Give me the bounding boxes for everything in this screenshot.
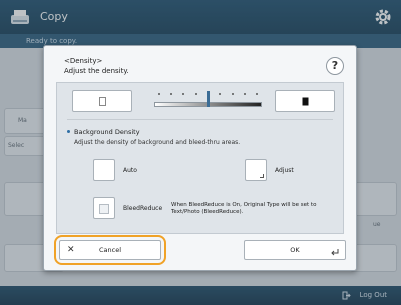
dark-density-icon <box>302 97 309 106</box>
bleedreduce-label: BleedReduce <box>123 205 163 212</box>
cancel-button[interactable]: ✕ Cancel <box>59 240 161 260</box>
bleedreduce-toggle[interactable] <box>93 197 115 219</box>
ok-button[interactable]: OK <box>244 240 346 260</box>
dialog-title: <Density> Adjust the density. <box>64 56 129 76</box>
auto-label: Auto <box>123 167 137 174</box>
ok-label: OK <box>290 246 300 254</box>
background-density-title: Background Density <box>74 128 140 136</box>
cancel-label: Cancel <box>98 246 122 254</box>
auto-button[interactable] <box>93 159 115 181</box>
slider-tick <box>256 93 258 95</box>
light-density-icon <box>99 97 106 106</box>
slider-tick <box>182 93 184 95</box>
slider-handle[interactable] <box>206 91 210 107</box>
background-density-description: Adjust the density of background and ble… <box>74 139 241 146</box>
slider-tick <box>232 93 234 95</box>
help-button[interactable]: ? <box>326 57 344 75</box>
slider-tick <box>195 93 197 95</box>
dialog-title-heading: <Density> <box>64 57 103 65</box>
section-bullet <box>67 130 70 133</box>
expand-corner-icon <box>260 174 264 178</box>
enter-icon <box>331 249 339 256</box>
slider-tick <box>170 93 172 95</box>
density-slider[interactable] <box>154 90 262 112</box>
divider <box>67 119 333 120</box>
checkbox-icon <box>99 204 109 214</box>
lighter-button[interactable] <box>72 90 132 112</box>
slider-tick <box>158 93 160 95</box>
density-dialog: <Density> Adjust the density. ? Backgrou… <box>43 45 357 271</box>
dialog-body: Background Density Adjust the density of… <box>56 82 344 234</box>
darker-button[interactable] <box>275 90 335 112</box>
bleedreduce-note: When BleedReduce is On, Original Type wi… <box>171 202 317 215</box>
adjust-button[interactable] <box>245 159 267 181</box>
slider-tick <box>244 93 246 95</box>
slider-tick <box>219 93 221 95</box>
adjust-label: Adjust <box>275 167 294 174</box>
dialog-title-subheading: Adjust the density. <box>64 67 129 75</box>
